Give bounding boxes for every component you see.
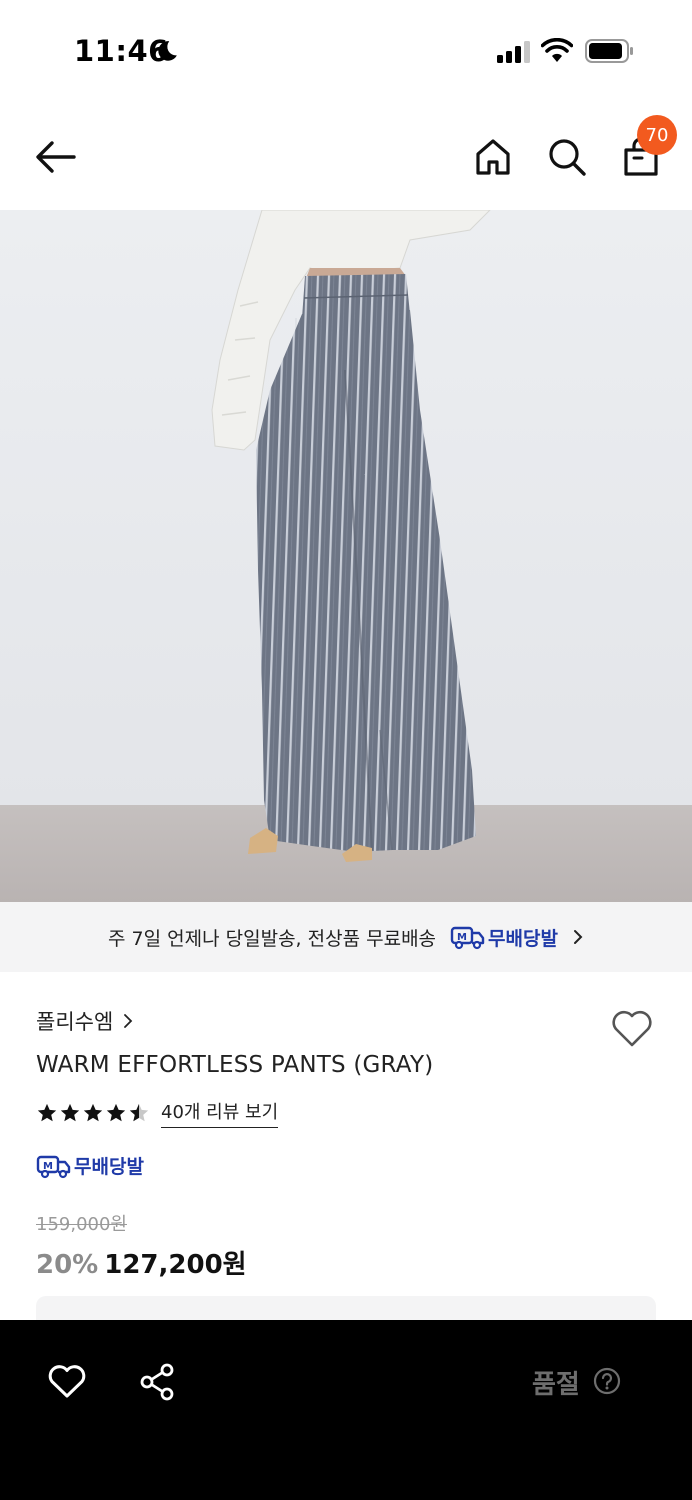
half-star-icon (129, 1103, 149, 1122)
wifi-icon (541, 38, 573, 62)
product-image[interactable] (0, 210, 692, 902)
sold-out-label: 품절 (532, 1370, 580, 1400)
rating-row: 40개 리뷰 보기 (36, 1098, 279, 1128)
star-icon (83, 1103, 103, 1122)
heart-icon (48, 1365, 86, 1398)
bottom-wishlist-button[interactable] (46, 1362, 88, 1400)
signal-icon (497, 41, 530, 63)
heart-icon (612, 1010, 652, 1047)
wishlist-button[interactable] (608, 1006, 656, 1050)
moon-icon (158, 41, 177, 61)
delivery-truck-icon: M (450, 926, 485, 950)
search-icon (549, 139, 586, 176)
top-nav (0, 100, 692, 210)
chevron-right-icon (124, 1014, 133, 1028)
chevron-right-icon (573, 930, 583, 944)
delivery-tag: M 무배당발 (36, 1152, 144, 1179)
home-button[interactable] (470, 134, 516, 180)
bottom-action-bar: 품절 (0, 1320, 692, 1500)
share-icon (140, 1363, 174, 1401)
star-icon (60, 1103, 80, 1122)
promo-brand-label: 무배당발 (488, 927, 558, 950)
brand-name: 폴리수엠 (36, 1010, 114, 1034)
star-rating (36, 1102, 151, 1124)
discount-rate: 20% (36, 1250, 99, 1280)
price-row: 20% 127,200원 (36, 1244, 247, 1281)
arrow-left-icon (36, 141, 76, 173)
cart-count-badge: 70 (637, 115, 677, 155)
svg-text:M: M (457, 932, 467, 943)
svg-text:M: M (43, 1161, 53, 1172)
delivery-truck-icon: M (36, 1155, 71, 1178)
review-link[interactable]: 40개 리뷰 보기 (161, 1098, 279, 1128)
search-button[interactable] (544, 134, 590, 180)
star-icon (37, 1103, 57, 1122)
original-price: 159,000원 (36, 1214, 127, 1235)
star-icon (106, 1103, 126, 1122)
question-icon[interactable] (593, 1367, 621, 1395)
promo-banner[interactable]: 주 7일 언제나 당일발송, 전상품 무료배송 M 무배당발 (0, 902, 692, 972)
battery-icon (585, 39, 633, 63)
delivery-tag-label: 무배당발 (74, 1156, 144, 1178)
product-photo (0, 210, 692, 902)
promo-text: 주 7일 언제나 당일발송, 전상품 무료배송 (108, 927, 437, 950)
share-button[interactable] (138, 1362, 178, 1402)
home-icon (476, 139, 510, 175)
status-bar: 11:46 (0, 0, 692, 100)
brand-link[interactable]: 폴리수엠 (36, 1006, 133, 1036)
sale-price: 127,200원 (104, 1250, 247, 1280)
product-name: WARM EFFORTLESS PANTS (GRAY) (36, 1052, 434, 1078)
back-button[interactable] (30, 134, 82, 180)
